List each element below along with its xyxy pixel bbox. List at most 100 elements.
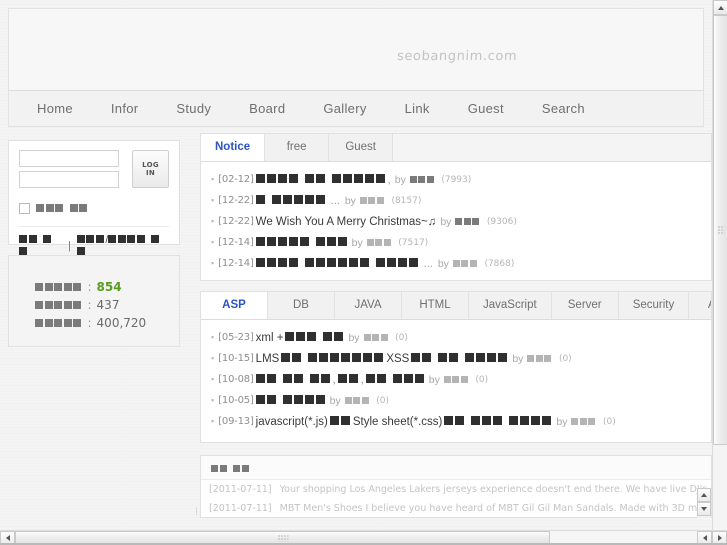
study-title-b[interactable] <box>337 373 360 386</box>
study-title-2[interactable]: XSS <box>386 353 409 365</box>
notice-date: [02-12] <box>218 174 254 185</box>
tab-db[interactable]: DB <box>268 292 335 319</box>
login-box: LOG IN | / <box>8 140 180 255</box>
remember-id-label <box>36 199 89 217</box>
stat-value-total: 400,720 <box>96 316 147 330</box>
notice-title[interactable] <box>255 173 387 186</box>
list-item[interactable]: [2011-07-11] MBT Men's Shoes I believe y… <box>201 499 711 518</box>
tab-server[interactable]: Server <box>551 292 619 319</box>
stat-label-total <box>35 316 83 330</box>
bullet-icon: ▪ <box>211 332 215 342</box>
bullet-icon: ▪ <box>211 258 215 268</box>
table-row[interactable]: ▪ [10-08] , , by (0) <box>201 369 711 390</box>
scrollbar-grip-icon <box>277 534 288 542</box>
recent-posts-panel: [2011-07-11] Your shopping Los Angeles L… <box>200 455 712 518</box>
notice-ellipsis: ... <box>330 194 340 207</box>
site-header: seobangnim.com <box>8 8 704 91</box>
login-id-input[interactable] <box>19 150 119 167</box>
notice-title[interactable] <box>255 236 349 249</box>
stat-value-yesterday: 437 <box>96 298 120 312</box>
notice-by-label: by <box>394 173 406 186</box>
vertical-scrollbar-track[interactable] <box>713 15 727 530</box>
table-row[interactable]: ▪ [10-05] by (0) <box>201 390 711 411</box>
study-title[interactable] <box>255 373 332 386</box>
notice-panel: Notice free Guest ▪ [02-12] , by (7993) … <box>200 133 712 281</box>
study-title-c[interactable] <box>365 373 426 386</box>
study-comments: (0) <box>602 416 616 427</box>
study-title[interactable]: javascript(*.js) <box>256 416 328 428</box>
recent-post-text[interactable]: MBT Men's Shoes I believe you have heard… <box>280 503 711 514</box>
tab-guest[interactable]: Guest <box>329 134 394 161</box>
study-by-label: by <box>512 352 524 365</box>
study-title-tofu[interactable] <box>285 331 345 344</box>
nav-item-home[interactable]: Home <box>25 101 85 116</box>
visitor-stats-box: : 854 : 437 : 400,720 <box>8 255 180 347</box>
tab-java[interactable]: JAVA <box>335 292 402 319</box>
nav-item-study[interactable]: Study <box>164 101 223 116</box>
table-row[interactable]: ▪ [09-13] javascript(*.js) Style sheet(*… <box>201 411 711 432</box>
join-link[interactable] <box>19 234 61 258</box>
tab-free[interactable]: free <box>265 134 330 161</box>
study-title[interactable]: xml + <box>256 332 284 344</box>
nav-item-link[interactable]: Link <box>393 101 442 116</box>
recent-post-text[interactable]: Your shopping Los Angeles Lakers jerseys… <box>280 484 711 495</box>
study-title-tofu[interactable] <box>281 352 385 365</box>
tab-asp[interactable]: ASP <box>201 292 268 319</box>
stat-label-yesterday <box>35 298 83 312</box>
vertical-scrollbar[interactable] <box>712 0 727 530</box>
notice-title[interactable] <box>255 257 420 270</box>
inner-scroll-up-button[interactable] <box>697 488 711 502</box>
nav-item-infor[interactable]: Infor <box>99 101 151 116</box>
study-title[interactable]: LMS <box>256 353 280 365</box>
vertical-scrollbar-thumb[interactable] <box>713 15 727 445</box>
find-id-password-link[interactable]: / <box>76 234 168 258</box>
notice-author <box>359 195 386 207</box>
study-title-tofu[interactable] <box>329 415 352 428</box>
recent-post-date: [2011-07-11] <box>209 503 272 514</box>
study-comments: (0) <box>558 353 572 364</box>
tab-html[interactable]: HTML <box>402 292 469 319</box>
inner-vertical-scrollbar[interactable] <box>697 488 711 518</box>
tab-ajax[interactable]: AJAX <box>689 292 711 319</box>
tab-security[interactable]: Security <box>618 292 690 319</box>
study-title-tofu-2[interactable] <box>411 352 509 365</box>
notice-author <box>409 174 436 186</box>
scroll-up-button[interactable] <box>713 0 727 15</box>
nav-item-guest[interactable]: Guest <box>456 101 516 116</box>
stat-value-today: 854 <box>96 280 122 294</box>
site-logo[interactable]: seobangnim.com <box>396 49 517 64</box>
nav-item-gallery[interactable]: Gallery <box>311 101 378 116</box>
links-separator: | <box>68 240 71 252</box>
table-row[interactable]: ▪ [10-15] LMS XSS by (0) <box>201 348 711 369</box>
study-title-tofu-2[interactable] <box>444 415 553 428</box>
list-item[interactable]: [2011-07-11] Your shopping Los Angeles L… <box>201 480 711 499</box>
notice-title[interactable] <box>255 194 327 207</box>
table-row[interactable]: ▪ [02-12] , by (7993) <box>201 169 711 190</box>
login-submit-button[interactable]: LOG IN <box>132 150 169 188</box>
table-row[interactable]: ▪ [05-23] xml + by (0) <box>201 327 711 348</box>
notice-date: [12-14] <box>218 237 254 248</box>
remember-id-checkbox[interactable] <box>19 202 30 214</box>
bullet-icon: ▪ <box>211 174 215 184</box>
table-row[interactable]: ▪ [12-14] ... by (7868) <box>201 253 711 274</box>
login-password-input[interactable] <box>19 171 119 188</box>
study-comments: (0) <box>475 374 489 385</box>
table-row[interactable]: ▪ [12-22] We Wish You A Merry Christmas~… <box>201 211 711 232</box>
study-title-2[interactable]: Style sheet(*.css) <box>353 416 442 428</box>
nav-item-board[interactable]: Board <box>237 101 297 116</box>
tab-notice[interactable]: Notice <box>201 134 266 161</box>
notice-date: [12-22] <box>218 195 254 206</box>
study-title[interactable] <box>255 394 327 407</box>
login-links-row: | / <box>19 234 169 258</box>
table-row[interactable]: ▪ [12-22] ... by (8157) <box>201 190 711 211</box>
tab-javascript[interactable]: JavaScript <box>469 292 552 319</box>
study-date: [05-23] <box>218 332 254 343</box>
table-row[interactable]: ▪ [12-14] by (7517) <box>201 232 711 253</box>
nav-item-search[interactable]: Search <box>530 101 597 116</box>
notice-title[interactable]: We Wish You A Merry Christmas~♫ <box>256 216 437 228</box>
inner-scroll-down-button[interactable] <box>697 502 711 516</box>
notice-hits: (7868) <box>484 258 515 269</box>
bullet-icon: ▪ <box>211 395 215 405</box>
notice-author <box>455 216 481 228</box>
stat-row-yesterday: : 437 <box>35 296 179 314</box>
